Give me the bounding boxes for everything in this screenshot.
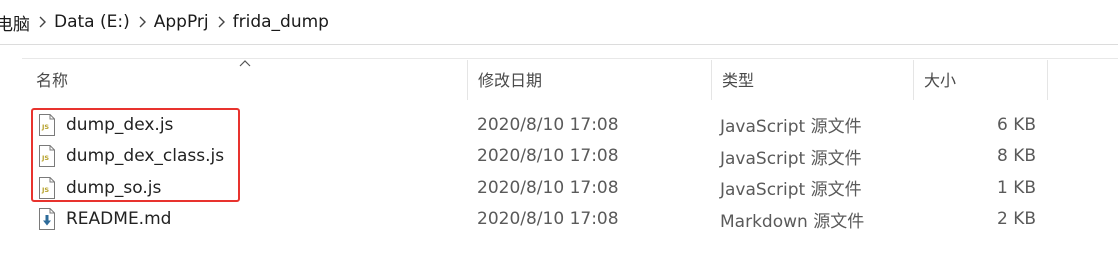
column-divider[interactable] <box>1047 60 1048 100</box>
breadcrumb-label: frida_dump <box>232 12 329 32</box>
breadcrumb: 电脑 Data (E:) AppPrj frida_dump <box>0 0 1118 45</box>
file-size: 2 KB <box>996 209 1036 230</box>
chevron-right-icon[interactable] <box>130 6 154 38</box>
svg-text:JS: JS <box>41 154 49 162</box>
file-name-cell[interactable]: JS dump_so.js <box>36 172 161 204</box>
breadcrumb-item-drive-e[interactable]: Data (E:) <box>54 6 130 38</box>
file-type: JavaScript 源文件 <box>720 180 862 201</box>
js-file-icon: JS <box>36 144 58 168</box>
breadcrumb-label: Data (E:) <box>54 12 130 32</box>
file-name-cell[interactable]: JS dump_dex.js <box>36 109 173 141</box>
file-size: 6 KB <box>996 114 1036 135</box>
file-type: JavaScript 源文件 <box>720 148 862 169</box>
file-explorer-window: 电脑 Data (E:) AppPrj frida_dump 名称 修改日期 类… <box>0 0 1118 255</box>
breadcrumb-item-frida-dump[interactable]: frida_dump <box>233 6 329 38</box>
column-header-label: 类型 <box>722 71 755 90</box>
svg-text:JS: JS <box>41 123 49 131</box>
column-header-name[interactable]: 名称 <box>26 58 467 100</box>
js-file-icon: JS <box>36 176 58 200</box>
breadcrumb-label: 电脑 <box>0 14 30 35</box>
column-header: 名称 修改日期 类型 大小 <box>0 58 1118 100</box>
markdown-file-icon <box>36 207 58 231</box>
file-row-dump-dex[interactable]: JS dump_dex.js 2020/8/10 17:08 JavaScrip… <box>0 109 1118 141</box>
file-name-cell[interactable]: README.md <box>36 204 171 236</box>
column-header-type[interactable]: 类型 <box>712 58 912 100</box>
file-size: 8 KB <box>996 146 1036 167</box>
column-header-date[interactable]: 修改日期 <box>468 58 710 100</box>
file-name: README.md <box>66 209 172 230</box>
file-size: 1 KB <box>996 177 1036 198</box>
file-date: 2020/8/10 17:08 <box>477 209 619 230</box>
file-row-dump-dex-class[interactable]: JS dump_dex_class.js 2020/8/10 17:08 Jav… <box>0 141 1118 173</box>
file-name-cell[interactable]: JS dump_dex_class.js <box>36 141 224 173</box>
file-row-readme[interactable]: README.md 2020/8/10 17:08 Markdown 源文件 2… <box>0 204 1118 236</box>
column-header-size[interactable]: 大小 <box>914 58 1047 100</box>
breadcrumb-item-this-pc[interactable]: 电脑 <box>0 6 30 38</box>
file-date: 2020/8/10 17:08 <box>477 177 619 198</box>
column-header-label: 大小 <box>924 71 957 90</box>
file-name: dump_dex.js <box>66 114 174 135</box>
chevron-right-icon[interactable] <box>209 6 233 38</box>
file-list: JS dump_dex.js 2020/8/10 17:08 JavaScrip… <box>0 109 1118 235</box>
file-date: 2020/8/10 17:08 <box>477 114 619 135</box>
file-name: dump_dex_class.js <box>66 146 225 167</box>
js-file-icon: JS <box>36 113 58 137</box>
breadcrumb-item-appprj[interactable]: AppPrj <box>154 6 209 38</box>
breadcrumb-label: AppPrj <box>153 12 209 32</box>
file-date: 2020/8/10 17:08 <box>477 146 619 167</box>
column-header-label: 修改日期 <box>478 71 543 90</box>
chevron-right-icon[interactable] <box>30 6 54 38</box>
column-header-label: 名称 <box>36 71 69 90</box>
file-type: Markdown 源文件 <box>720 211 865 232</box>
svg-text:JS: JS <box>41 186 49 194</box>
file-type: JavaScript 源文件 <box>720 117 862 138</box>
file-name: dump_so.js <box>66 177 162 198</box>
file-row-dump-so[interactable]: JS dump_so.js 2020/8/10 17:08 JavaScript… <box>0 172 1118 204</box>
